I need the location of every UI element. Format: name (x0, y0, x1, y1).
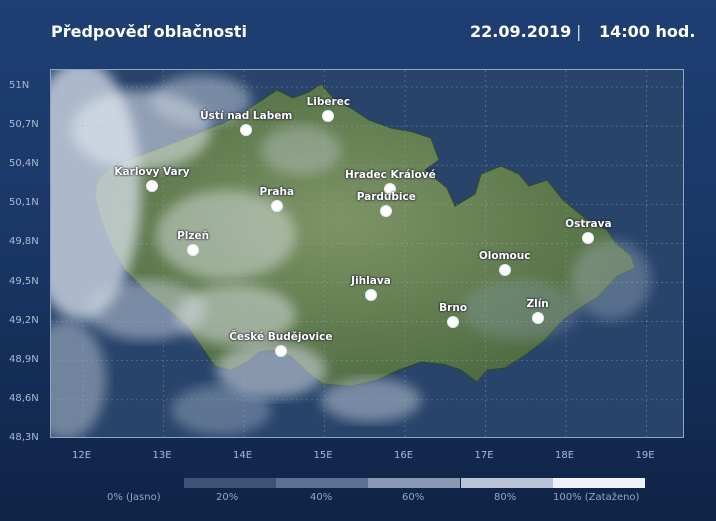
lon-tick-label: 15E (313, 450, 333, 461)
forecast-date: 22.09.2019 (470, 22, 572, 41)
legend-label: 100% (Zataženo) (553, 492, 640, 503)
city-label: Praha (259, 185, 295, 198)
lon-tick-label: 19E (635, 450, 655, 461)
city-label: Zlín (526, 297, 549, 310)
lat-tick-label: 50,1N (9, 197, 39, 209)
lon-tick-label: 17E (474, 450, 494, 461)
legend-label: 60% (402, 492, 425, 503)
lat-tick-label: 48,3N (9, 431, 39, 443)
header-separator: | (576, 22, 582, 41)
lon-tick-label: 16E (394, 450, 414, 461)
city-marker (498, 263, 511, 276)
legend-label: 0% (Jasno) (107, 492, 161, 503)
lon-tick-label: 13E (152, 450, 172, 461)
city-marker (364, 288, 377, 301)
lon-tick-label: 12E (72, 450, 92, 461)
city-marker (270, 199, 283, 212)
lat-tick-label: 51N (9, 80, 30, 91)
lat-tick-label: 49,8N (9, 236, 39, 248)
city-label: Karlovy Vary (114, 166, 190, 179)
city-label: Hradec Králové (344, 168, 436, 181)
lat-tick-label: 50,4N (9, 158, 39, 170)
city-label: Ostrava (565, 218, 612, 231)
lat-tick-label: 49,2N (9, 314, 39, 326)
forecast-time: 14:00 hod. (599, 22, 696, 41)
city-marker (447, 315, 460, 328)
city-label: Ústí nad Labem (200, 110, 293, 123)
legend-swatch (184, 478, 276, 488)
city-label: Jihlava (351, 274, 391, 287)
city-marker (531, 311, 544, 324)
legend-label: 20% (216, 492, 239, 503)
legend-swatch (276, 478, 368, 488)
legend-label: 80% (494, 492, 517, 503)
city-label: Brno (439, 301, 468, 314)
lat-tick-label: 48,9N (9, 353, 39, 365)
legend-swatch (461, 478, 553, 488)
city-label: České Budějovice (229, 330, 333, 343)
lat-tick-label: 48,6N (9, 392, 39, 404)
lon-tick-label: 18E (555, 450, 575, 461)
legend-label: 40% (310, 492, 333, 503)
city-label: Liberec (306, 95, 351, 108)
lon-tick-label: 14E (233, 450, 253, 461)
cloud-cover-map (50, 69, 684, 438)
legend-swatch (368, 478, 460, 488)
city-label: Olomouc (478, 249, 531, 262)
lat-tick-label: 50,7N (9, 119, 39, 131)
city-marker (274, 344, 287, 357)
legend-swatch (553, 478, 645, 488)
map-canvas (51, 70, 683, 437)
city-label: Plzeň (177, 230, 210, 243)
city-label: Pardubice (356, 191, 416, 204)
page-title: Předpověď oblačnosti (51, 22, 247, 41)
lat-tick-label: 49,5N (9, 275, 39, 287)
